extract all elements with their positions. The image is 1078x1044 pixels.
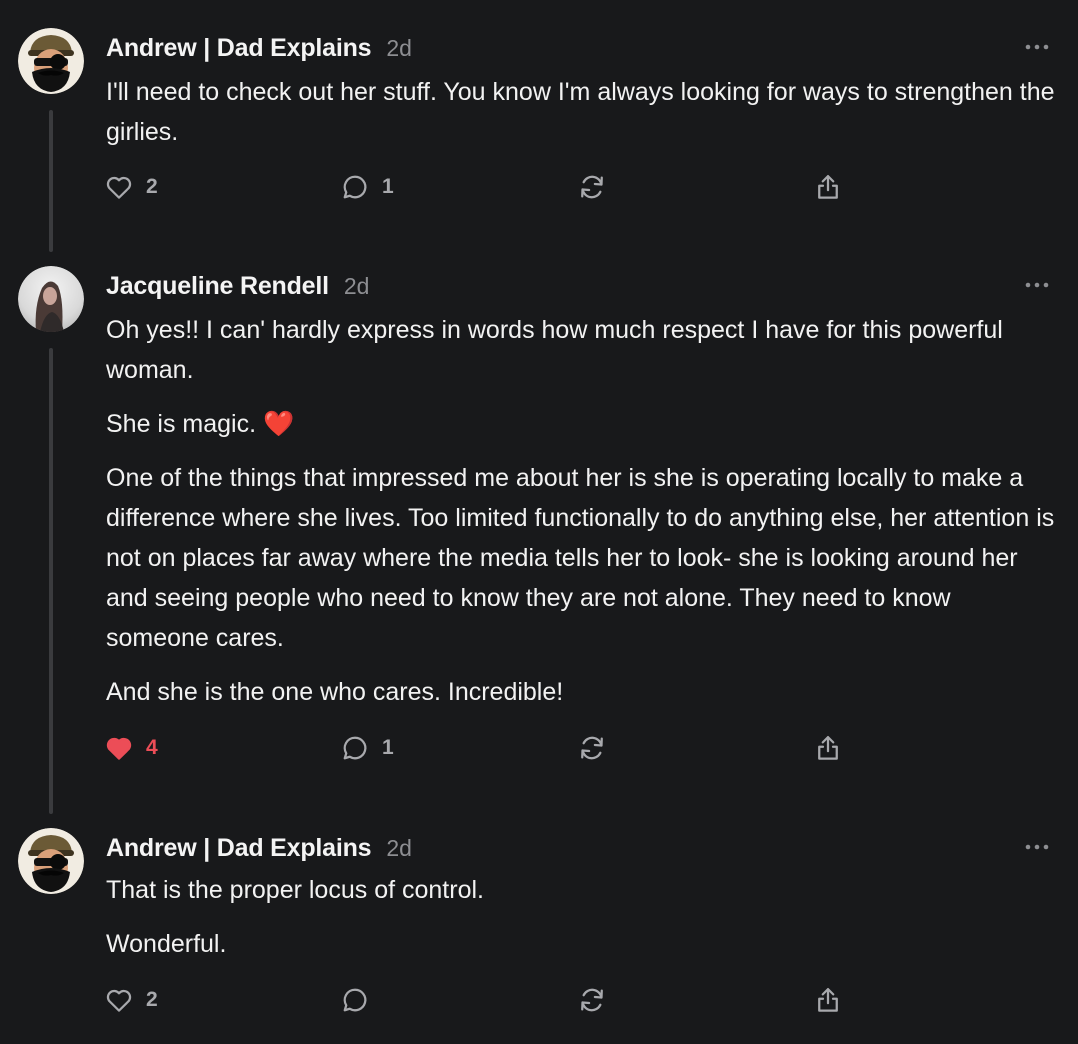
bearded-sunglasses-avatar-icon [18,828,84,894]
author-name[interactable]: Jacqueline Rendell [106,272,329,301]
share-icon [818,736,838,760]
comment-actions: 2 1 [104,170,864,204]
photo-avatar-icon [18,266,84,332]
thread-line [49,348,53,814]
comment-body: That is the proper locus of control. Won… [106,870,1056,978]
reply-count: 1 [382,175,394,198]
thread-line [49,110,53,252]
like-count: 4 [146,736,158,759]
like-button[interactable]: 4 [104,731,158,765]
restack-icon [581,736,603,760]
comment-paragraph: And she is the one who cares. Incredible… [106,678,564,706]
comment-timestamp[interactable]: 2d [386,35,412,62]
share-button[interactable] [813,170,843,204]
restack-icon [581,988,603,1012]
comment-body: I'll need to check out her stuff. You kn… [106,72,1056,166]
author-avatar[interactable] [18,828,84,894]
more-options-button[interactable] [1022,40,1052,54]
comment-thread: Andrew | Dad Explains 2d I'll need to ch… [0,0,1078,1044]
like-button[interactable]: 2 [104,170,158,204]
comment-bubble-icon [343,175,367,199]
comment-bubble-icon [343,988,367,1012]
share-button[interactable] [813,983,843,1017]
comment-bubble-icon [343,736,367,760]
reply-button[interactable]: 1 [340,731,394,765]
heart-outline-icon [106,176,132,199]
comment-paragraph: One of the things that impressed me abou… [106,464,1055,652]
author-avatar[interactable] [18,266,84,332]
share-icon [818,988,838,1012]
author-name[interactable]: Andrew | Dad Explains [106,834,372,863]
bearded-sunglasses-avatar-icon [18,28,84,94]
comment-timestamp[interactable]: 2d [386,835,412,862]
like-count: 2 [146,988,158,1011]
comment-paragraph: I'll need to check out her stuff. You kn… [106,78,1055,146]
comment-paragraph: She is magic. ❤️ [106,410,295,438]
share-button[interactable] [813,731,843,765]
restack-button[interactable] [577,983,607,1017]
restack-button[interactable] [577,731,607,765]
ellipsis-icon [1025,844,1049,850]
restack-button[interactable] [577,170,607,204]
author-avatar[interactable] [18,28,84,94]
more-options-button[interactable] [1022,278,1052,292]
reply-count: 1 [382,736,394,759]
like-count: 2 [146,175,158,198]
comment-actions: 4 1 [104,731,864,765]
comment-paragraph: That is the proper locus of control. [106,876,484,904]
heart-outline-icon [106,989,132,1012]
reply-button[interactable]: 1 [340,170,394,204]
comment-paragraph: Wonderful. [106,930,227,958]
comment-paragraph: Oh yes!! I can' hardly express in words … [106,316,1003,384]
ellipsis-icon [1025,44,1049,50]
ellipsis-icon [1025,282,1049,288]
comment-body: Oh yes!! I can' hardly express in words … [106,310,1056,726]
comment-actions: 2 [104,983,864,1017]
share-icon [818,175,838,199]
comment-timestamp[interactable]: 2d [344,273,370,300]
reply-button[interactable] [340,983,370,1017]
restack-icon [581,175,603,199]
heart-filled-icon [106,737,132,760]
more-options-button[interactable] [1022,840,1052,854]
like-button[interactable]: 2 [104,983,158,1017]
author-name[interactable]: Andrew | Dad Explains [106,34,372,63]
